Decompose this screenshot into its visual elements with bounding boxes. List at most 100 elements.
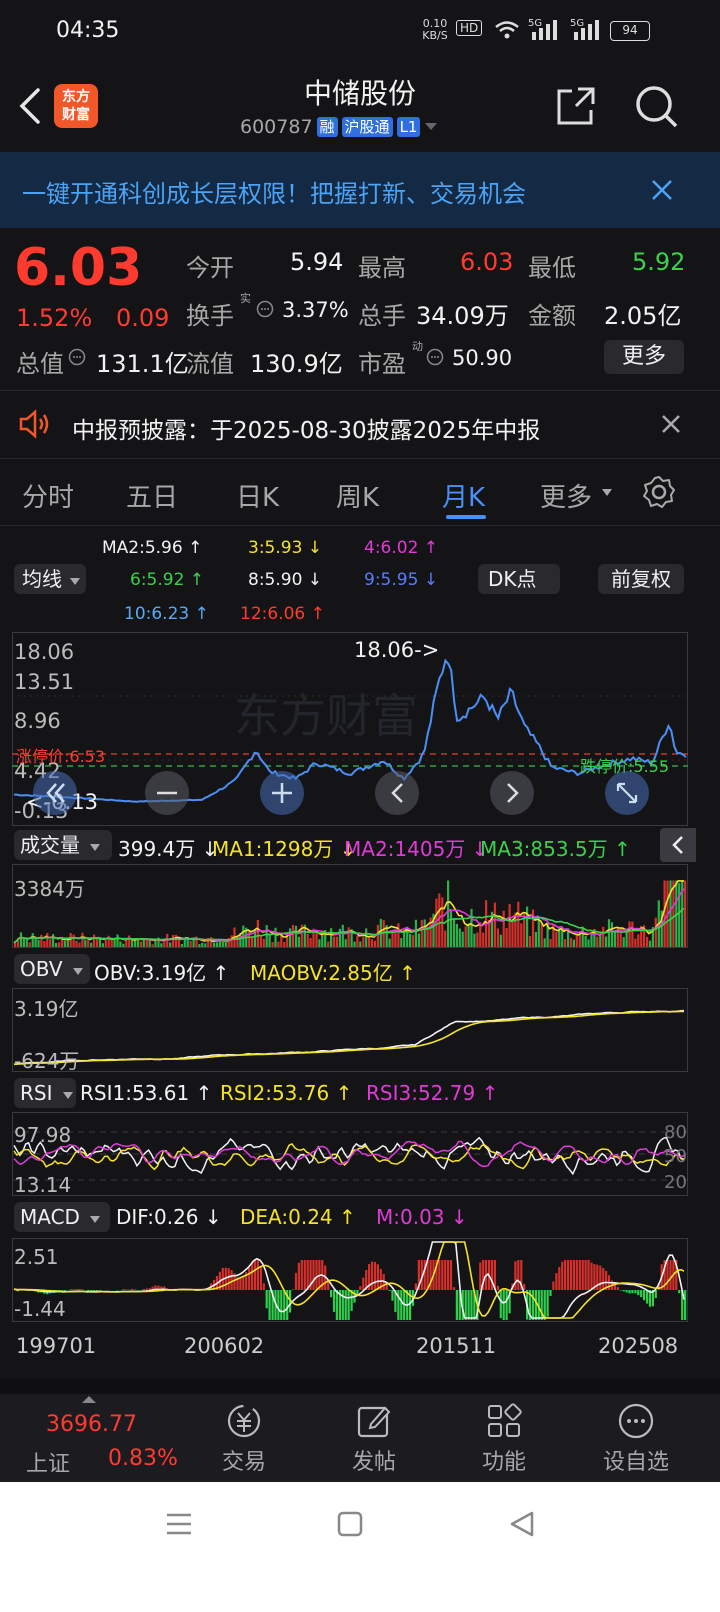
info-icon[interactable] <box>256 300 274 318</box>
macd-bar <box>72 1289 75 1290</box>
back-nav-icon[interactable] <box>508 1510 536 1538</box>
index-value[interactable]: 3696.77 <box>46 1412 137 1437</box>
obv-indicator-button[interactable]: OBV <box>14 954 90 984</box>
rsi-level-20: 20 <box>664 1172 687 1193</box>
add-watchlist-button[interactable]: 设自选 <box>596 1402 676 1478</box>
macd-bar <box>531 1290 535 1320</box>
watermark: 东方财富 <box>234 689 418 743</box>
scroll-left-button[interactable] <box>375 771 419 815</box>
turnover-sup: 实 <box>240 292 251 305</box>
info-icon[interactable] <box>426 348 444 366</box>
gear-icon[interactable] <box>642 475 676 509</box>
functions-button[interactable]: 功能 <box>474 1402 534 1478</box>
collapse-button[interactable] <box>660 828 696 862</box>
volume-bar <box>575 933 578 947</box>
menu-icon[interactable] <box>164 1510 194 1538</box>
volume-bar <box>654 917 657 947</box>
dk-button[interactable]: DK点 <box>478 564 560 594</box>
macd-bar <box>344 1290 347 1320</box>
quote-panel: 6.03 1.52% 0.09 总值 131.1亿 今开 5.94 最高 6.0… <box>0 228 720 388</box>
rsi-level-80: 80 <box>664 1122 687 1143</box>
home-icon[interactable] <box>336 1510 364 1538</box>
more-button[interactable]: 更多 <box>604 340 684 374</box>
volume-bar <box>444 930 447 947</box>
volume-bar <box>628 921 631 947</box>
tab-more[interactable]: 更多 <box>540 477 592 514</box>
rsi-legend: RSI RSI1:53.61 ↑ RSI2:53.76 ↑ RSI3:52.79… <box>0 1076 720 1110</box>
volume-bar <box>262 938 265 947</box>
close-icon[interactable] <box>650 178 674 202</box>
volume-bar <box>549 938 552 947</box>
obv-axis-bottom: -624万 <box>14 1049 79 1072</box>
chevron-down-icon[interactable] <box>424 122 438 132</box>
volume-bar <box>353 941 356 947</box>
volume-value: 34.09万 <box>416 302 509 330</box>
volume-bar <box>40 934 43 947</box>
index-name: 上证 <box>26 1452 71 1477</box>
volume-bar <box>265 925 268 947</box>
macd-bar <box>256 1260 259 1290</box>
info-icon[interactable] <box>68 348 86 366</box>
y-axis-label: 18.06 <box>14 640 74 664</box>
tab-intraday[interactable]: 分时 <box>22 477 74 514</box>
rsi-level-50: 50 <box>664 1146 687 1167</box>
volume-bar <box>388 938 391 947</box>
macd-bar <box>646 1290 649 1304</box>
volume-bar <box>332 936 336 947</box>
volume-bar <box>572 939 575 947</box>
index-change: 0.83% <box>108 1446 178 1471</box>
volume-bar <box>508 904 511 947</box>
volume-bar <box>540 922 543 947</box>
macd-bar <box>452 1287 456 1290</box>
promo-banner[interactable]: 一键开通科创成长层权限！把握打新、交易机会 <box>0 152 720 228</box>
open-label: 今开 <box>186 254 234 282</box>
volume-bar <box>90 942 93 947</box>
volume-indicator-button[interactable]: 成交量 <box>14 830 112 860</box>
pe-sup: 动 <box>412 340 423 353</box>
macd-bar <box>640 1290 643 1298</box>
volume-bar <box>376 924 379 947</box>
post-button[interactable]: 发帖 <box>344 1402 404 1478</box>
rsi-indicator-button[interactable]: RSI <box>14 1078 76 1108</box>
volume-bar <box>169 942 172 947</box>
ma-value: 4:6.02 ↑ <box>364 538 439 558</box>
volume-bar <box>452 919 456 947</box>
scroll-right-button[interactable] <box>490 771 534 815</box>
tab-monthly-k[interactable]: 月K <box>442 477 485 514</box>
search-icon[interactable] <box>634 84 680 130</box>
stock-title: 中储股份 <box>303 77 416 110</box>
trade-button[interactable]: 交易 <box>214 1402 274 1478</box>
macd-bar <box>294 1272 298 1290</box>
tab-daily-k[interactable]: 日K <box>236 477 279 514</box>
float-value: 130.9亿 <box>250 350 343 378</box>
volume-bar <box>438 893 441 947</box>
macd-indicator-button[interactable]: MACD <box>14 1202 110 1232</box>
macd-bar <box>490 1260 494 1290</box>
volume-bar <box>678 883 681 947</box>
volume-bar <box>505 928 508 947</box>
chevron-left-icon <box>672 836 683 854</box>
volume-bar <box>289 928 292 947</box>
macd-legend: MACD DIF:0.26 ↓ DEA:0.24 ↑ M:0.03 ↓ <box>0 1200 720 1234</box>
notice-bar[interactable]: 中报预披露：于2025-08-30披露2025年中报 <box>0 391 720 457</box>
volume-bar <box>605 936 608 947</box>
share-icon[interactable] <box>556 86 596 126</box>
adjust-button[interactable]: 前复权 <box>598 564 684 594</box>
close-icon[interactable] <box>660 413 682 435</box>
macd-axis-bottom: -1.44 <box>14 1297 66 1321</box>
ma-value: 3:5.93 ↓ <box>248 538 323 558</box>
y-axis-label: 13.51 <box>14 670 74 694</box>
volume-bar <box>646 936 649 947</box>
ma-select-button[interactable]: 均线 <box>14 564 86 594</box>
kline-chart[interactable]: 东方财富 18.06 13.51 8.96 4.42 -0.13 涨停价:6.5… <box>12 632 688 826</box>
macd-bar <box>590 1262 593 1290</box>
volume-bar <box>271 942 274 947</box>
obv-legend: OBV OBV:3.19亿 ↑ MAOBV:2.85亿 ↑ <box>0 952 720 986</box>
tab-five-day[interactable]: 五日 <box>126 477 178 514</box>
volume-bar <box>637 934 640 947</box>
volume-bar <box>306 933 309 947</box>
volume-bar <box>14 943 17 947</box>
caret-down-icon <box>70 578 81 585</box>
tab-weekly-k[interactable]: 周K <box>336 477 379 514</box>
volume-bar <box>122 943 125 947</box>
